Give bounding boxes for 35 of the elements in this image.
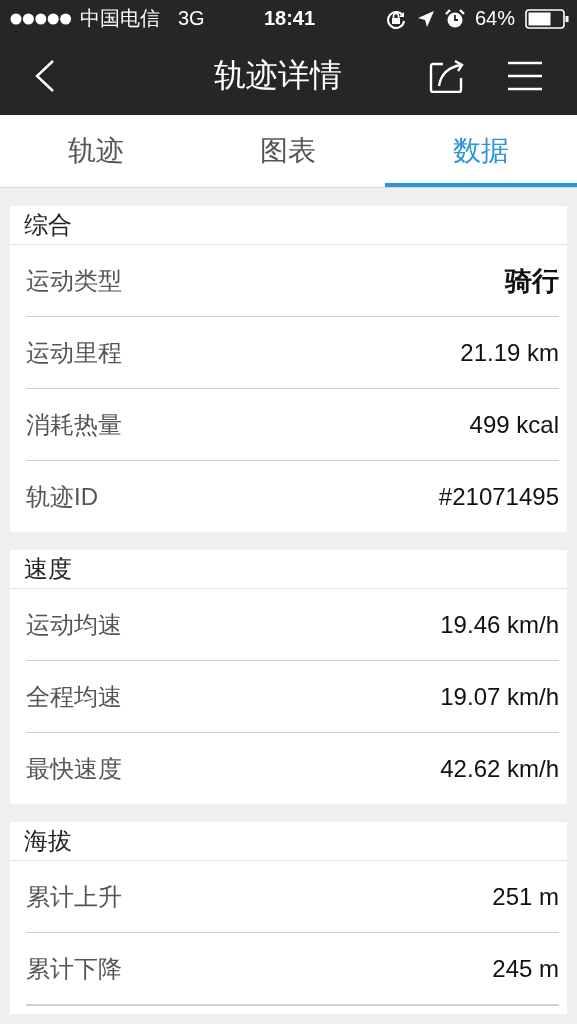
location-arrow-icon: [416, 9, 435, 28]
section-header: 速度: [10, 550, 567, 589]
field-label: 运动类型: [26, 265, 122, 296]
field-label: 运动里程: [26, 337, 122, 368]
section-header: 综合: [10, 206, 567, 245]
field-label: 运动均速: [26, 609, 122, 640]
section-header: 海拔: [10, 822, 567, 861]
battery-icon: [525, 8, 569, 29]
battery-percent: 64%: [474, 7, 515, 30]
clock-time: 18:41: [263, 7, 316, 30]
field-value: 499 kcal: [469, 410, 559, 439]
tab[interactable]: 图表: [192, 115, 385, 187]
field-label: 轨迹ID: [26, 481, 98, 512]
tab[interactable]: 轨迹: [0, 115, 193, 187]
back-chevron-icon: [34, 59, 56, 93]
signal-icon: [10, 12, 72, 25]
field-value: 19.46 km/h: [440, 610, 559, 639]
field-label: 最快速度: [26, 753, 122, 784]
carrier-name: 中国电信: [80, 6, 160, 31]
network-type: 3G: [178, 7, 205, 30]
field-value: 骑行: [505, 264, 559, 298]
field-label: 消耗热量: [26, 409, 122, 440]
field-value: 19.07 km/h: [440, 682, 559, 711]
field-value: 251 m: [492, 882, 559, 911]
screen-title: 轨迹详情: [212, 56, 343, 95]
menu-icon: [507, 61, 543, 91]
field-value: 21.19 km: [460, 338, 559, 367]
field-value: 42.62 km/h: [440, 754, 559, 783]
field-label: 累计下降: [26, 953, 122, 984]
field-value: 245 m: [492, 954, 559, 983]
alarm-clock-icon: [444, 8, 465, 29]
field-value: #21071495: [438, 482, 559, 511]
field-label: 累计上升: [26, 881, 122, 912]
share-icon: [429, 59, 465, 93]
field-label: 全程均速: [26, 681, 122, 712]
